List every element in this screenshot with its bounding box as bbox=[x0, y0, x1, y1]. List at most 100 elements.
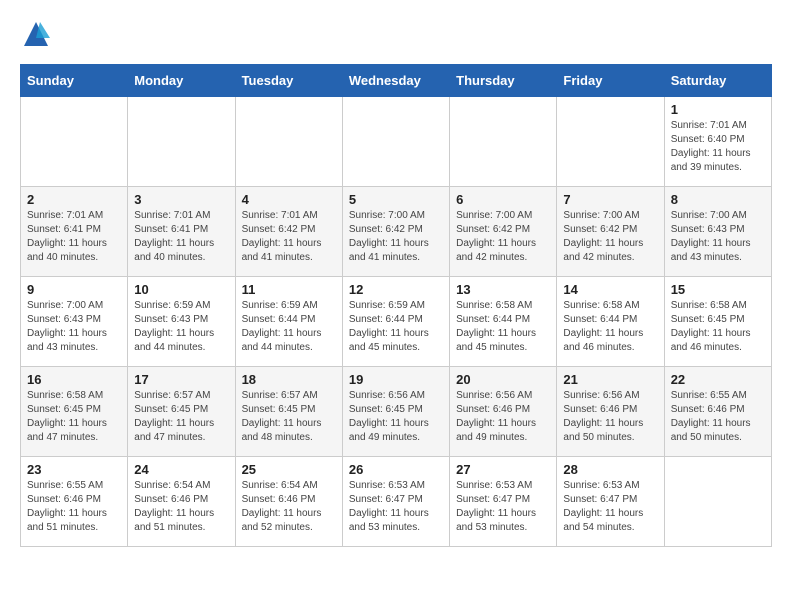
day-info: Sunrise: 7:01 AM Sunset: 6:40 PM Dayligh… bbox=[671, 119, 765, 175]
day-number: 3 bbox=[134, 192, 228, 207]
day-info: Sunrise: 6:53 AM Sunset: 6:47 PM Dayligh… bbox=[349, 479, 443, 535]
calendar-cell bbox=[450, 97, 557, 187]
calendar-cell: 27Sunrise: 6:53 AM Sunset: 6:47 PM Dayli… bbox=[450, 457, 557, 547]
calendar-cell: 18Sunrise: 6:57 AM Sunset: 6:45 PM Dayli… bbox=[235, 367, 342, 457]
calendar-cell bbox=[664, 457, 771, 547]
day-number: 7 bbox=[563, 192, 657, 207]
day-info: Sunrise: 7:00 AM Sunset: 6:42 PM Dayligh… bbox=[456, 209, 550, 265]
day-number: 5 bbox=[349, 192, 443, 207]
day-info: Sunrise: 6:59 AM Sunset: 6:44 PM Dayligh… bbox=[349, 299, 443, 355]
day-number: 1 bbox=[671, 102, 765, 117]
day-number: 2 bbox=[27, 192, 121, 207]
day-number: 11 bbox=[242, 282, 336, 297]
calendar-cell: 19 Sunrise: 6:56 AM Sunset: 6:45 PM Dayli… bbox=[342, 367, 449, 457]
day-info: Sunrise: 6:53 AM Sunset: 6:47 PM Dayligh… bbox=[563, 479, 657, 535]
column-header-tuesday: Tuesday bbox=[235, 65, 342, 97]
day-info: Sunrise: 6:54 AM Sunset: 6:46 PM Dayligh… bbox=[242, 479, 336, 535]
day-number: 21 bbox=[563, 372, 657, 387]
day-info: Sunrise: 6:56 AM Sunset: 6:45 PM Dayligh… bbox=[349, 389, 443, 445]
day-number: 6 bbox=[456, 192, 550, 207]
day-info: Sunrise: 6:56 AM Sunset: 6:46 PM Dayligh… bbox=[456, 389, 550, 445]
calendar-cell: 25 Sunrise: 6:54 AM Sunset: 6:46 PM Dayli… bbox=[235, 457, 342, 547]
day-info: Sunrise: 6:58 AM Sunset: 6:45 PM Dayligh… bbox=[671, 299, 765, 355]
day-info: Sunrise: 7:01 AM Sunset: 6:41 PM Dayligh… bbox=[27, 209, 121, 265]
day-info: Sunrise: 7:01 AM Sunset: 6:41 PM Dayligh… bbox=[134, 209, 228, 265]
page-header bbox=[20, 20, 772, 48]
calendar-week-5: 23Sunrise: 6:55 AM Sunset: 6:46 PM Dayli… bbox=[21, 457, 772, 547]
day-info: Sunrise: 6:56 AM Sunset: 6:46 PM Dayligh… bbox=[563, 389, 657, 445]
day-number: 19 bbox=[349, 372, 443, 387]
calendar-cell: 5 Sunrise: 7:00 AM Sunset: 6:42 PM Daylig… bbox=[342, 187, 449, 277]
calendar-cell: 28 Sunrise: 6:53 AM Sunset: 6:47 PM Dayli… bbox=[557, 457, 664, 547]
logo bbox=[20, 20, 50, 48]
calendar-cell: 9 Sunrise: 7:00 AM Sunset: 6:43 PM Daylig… bbox=[21, 277, 128, 367]
day-number: 28 bbox=[563, 462, 657, 477]
day-number: 12 bbox=[349, 282, 443, 297]
day-number: 23 bbox=[27, 462, 121, 477]
calendar-cell bbox=[235, 97, 342, 187]
calendar-week-4: 16 Sunrise: 6:58 AM Sunset: 6:45 PM Dayli… bbox=[21, 367, 772, 457]
day-info: Sunrise: 6:58 AM Sunset: 6:45 PM Dayligh… bbox=[27, 389, 121, 445]
day-number: 18 bbox=[242, 372, 336, 387]
day-info: Sunrise: 6:58 AM Sunset: 6:44 PM Dayligh… bbox=[563, 299, 657, 355]
calendar-cell: 13 Sunrise: 6:58 AM Sunset: 6:44 PM Dayli… bbox=[450, 277, 557, 367]
calendar-cell: 14 Sunrise: 6:58 AM Sunset: 6:44 PM Dayli… bbox=[557, 277, 664, 367]
calendar-week-1: 1 Sunrise: 7:01 AM Sunset: 6:40 PM Daylig… bbox=[21, 97, 772, 187]
day-info: Sunrise: 7:00 AM Sunset: 6:43 PM Dayligh… bbox=[671, 209, 765, 265]
day-number: 14 bbox=[563, 282, 657, 297]
column-header-sunday: Sunday bbox=[21, 65, 128, 97]
day-number: 15 bbox=[671, 282, 765, 297]
day-info: Sunrise: 6:59 AM Sunset: 6:44 PM Dayligh… bbox=[242, 299, 336, 355]
column-header-friday: Friday bbox=[557, 65, 664, 97]
calendar-cell: 17 Sunrise: 6:57 AM Sunset: 6:45 PM Dayli… bbox=[128, 367, 235, 457]
day-info: Sunrise: 7:00 AM Sunset: 6:42 PM Dayligh… bbox=[349, 209, 443, 265]
day-info: Sunrise: 6:54 AM Sunset: 6:46 PM Dayligh… bbox=[134, 479, 228, 535]
day-number: 17 bbox=[134, 372, 228, 387]
calendar-cell bbox=[128, 97, 235, 187]
day-number: 20 bbox=[456, 372, 550, 387]
day-number: 22 bbox=[671, 372, 765, 387]
calendar-cell: 16 Sunrise: 6:58 AM Sunset: 6:45 PM Dayli… bbox=[21, 367, 128, 457]
column-header-saturday: Saturday bbox=[664, 65, 771, 97]
day-info: Sunrise: 6:57 AM Sunset: 6:45 PM Dayligh… bbox=[134, 389, 228, 445]
calendar-cell: 11 Sunrise: 6:59 AM Sunset: 6:44 PM Dayli… bbox=[235, 277, 342, 367]
calendar-cell: 1 Sunrise: 7:01 AM Sunset: 6:40 PM Daylig… bbox=[664, 97, 771, 187]
calendar-cell: 21 Sunrise: 6:56 AM Sunset: 6:46 PM Dayli… bbox=[557, 367, 664, 457]
day-number: 10 bbox=[134, 282, 228, 297]
day-number: 26 bbox=[349, 462, 443, 477]
column-header-wednesday: Wednesday bbox=[342, 65, 449, 97]
calendar-cell: 6 Sunrise: 7:00 AM Sunset: 6:42 PM Daylig… bbox=[450, 187, 557, 277]
calendar-cell: 22 Sunrise: 6:55 AM Sunset: 6:46 PM Dayli… bbox=[664, 367, 771, 457]
day-info: Sunrise: 6:59 AM Sunset: 6:43 PM Dayligh… bbox=[134, 299, 228, 355]
day-info: Sunrise: 7:00 AM Sunset: 6:43 PM Dayligh… bbox=[27, 299, 121, 355]
calendar-cell: 24 Sunrise: 6:54 AM Sunset: 6:46 PM Dayli… bbox=[128, 457, 235, 547]
day-number: 9 bbox=[27, 282, 121, 297]
calendar-cell bbox=[342, 97, 449, 187]
day-info: Sunrise: 6:53 AM Sunset: 6:47 PM Dayligh… bbox=[456, 479, 550, 535]
calendar-cell: 3 Sunrise: 7:01 AM Sunset: 6:41 PM Daylig… bbox=[128, 187, 235, 277]
day-info: Sunrise: 6:58 AM Sunset: 6:44 PM Dayligh… bbox=[456, 299, 550, 355]
calendar-cell: 10 Sunrise: 6:59 AM Sunset: 6:43 PM Dayli… bbox=[128, 277, 235, 367]
calendar-cell: 20 Sunrise: 6:56 AM Sunset: 6:46 PM Dayli… bbox=[450, 367, 557, 457]
column-header-monday: Monday bbox=[128, 65, 235, 97]
day-number: 24 bbox=[134, 462, 228, 477]
day-number: 4 bbox=[242, 192, 336, 207]
day-info: Sunrise: 6:55 AM Sunset: 6:46 PM Dayligh… bbox=[671, 389, 765, 445]
calendar-cell: 23Sunrise: 6:55 AM Sunset: 6:46 PM Dayli… bbox=[21, 457, 128, 547]
calendar-cell: 2 Sunrise: 7:01 AM Sunset: 6:41 PM Daylig… bbox=[21, 187, 128, 277]
day-number: 16 bbox=[27, 372, 121, 387]
calendar-table: SundayMondayTuesdayWednesdayThursdayFrid… bbox=[20, 64, 772, 547]
calendar-week-3: 9 Sunrise: 7:00 AM Sunset: 6:43 PM Daylig… bbox=[21, 277, 772, 367]
calendar-cell: 7Sunrise: 7:00 AM Sunset: 6:42 PM Daylig… bbox=[557, 187, 664, 277]
calendar-cell: 15 Sunrise: 6:58 AM Sunset: 6:45 PM Dayli… bbox=[664, 277, 771, 367]
day-number: 13 bbox=[456, 282, 550, 297]
calendar-cell: 8Sunrise: 7:00 AM Sunset: 6:43 PM Daylig… bbox=[664, 187, 771, 277]
calendar-cell: 12 Sunrise: 6:59 AM Sunset: 6:44 PM Dayli… bbox=[342, 277, 449, 367]
calendar-week-2: 2 Sunrise: 7:01 AM Sunset: 6:41 PM Daylig… bbox=[21, 187, 772, 277]
calendar-cell bbox=[21, 97, 128, 187]
calendar-cell: 26 Sunrise: 6:53 AM Sunset: 6:47 PM Dayli… bbox=[342, 457, 449, 547]
column-header-thursday: Thursday bbox=[450, 65, 557, 97]
calendar-cell bbox=[557, 97, 664, 187]
day-info: Sunrise: 7:01 AM Sunset: 6:42 PM Dayligh… bbox=[242, 209, 336, 265]
day-number: 25 bbox=[242, 462, 336, 477]
